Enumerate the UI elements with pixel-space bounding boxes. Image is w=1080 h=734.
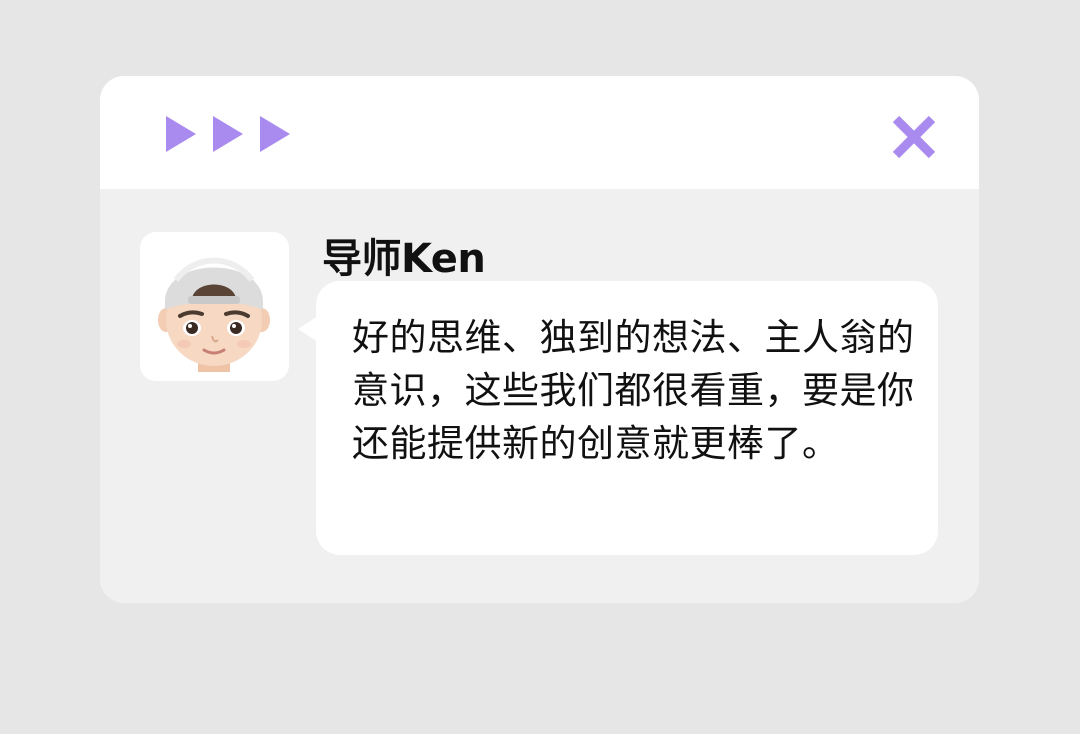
- play-triple-icon: [166, 116, 290, 152]
- memoji-avatar-icon: [158, 257, 270, 372]
- close-icon[interactable]: [886, 109, 942, 165]
- sender-name: 导师Ken: [322, 236, 486, 282]
- message-text: 好的思维、独到的想法、主人翁的意识，这些我们都很看重，要是你还能提供新的创意就更…: [352, 316, 915, 465]
- title-bar: [100, 76, 979, 189]
- avatar: [140, 232, 289, 381]
- message-bubble: 好的思维、独到的想法、主人翁的意识，这些我们都很看重，要是你还能提供新的创意就更…: [316, 281, 938, 555]
- chat-window: 导师Ken 好的思维、独到的想法、主人翁的意识，这些我们都很看重，要是你还能提供…: [100, 76, 979, 603]
- bubble-tail: [298, 316, 318, 342]
